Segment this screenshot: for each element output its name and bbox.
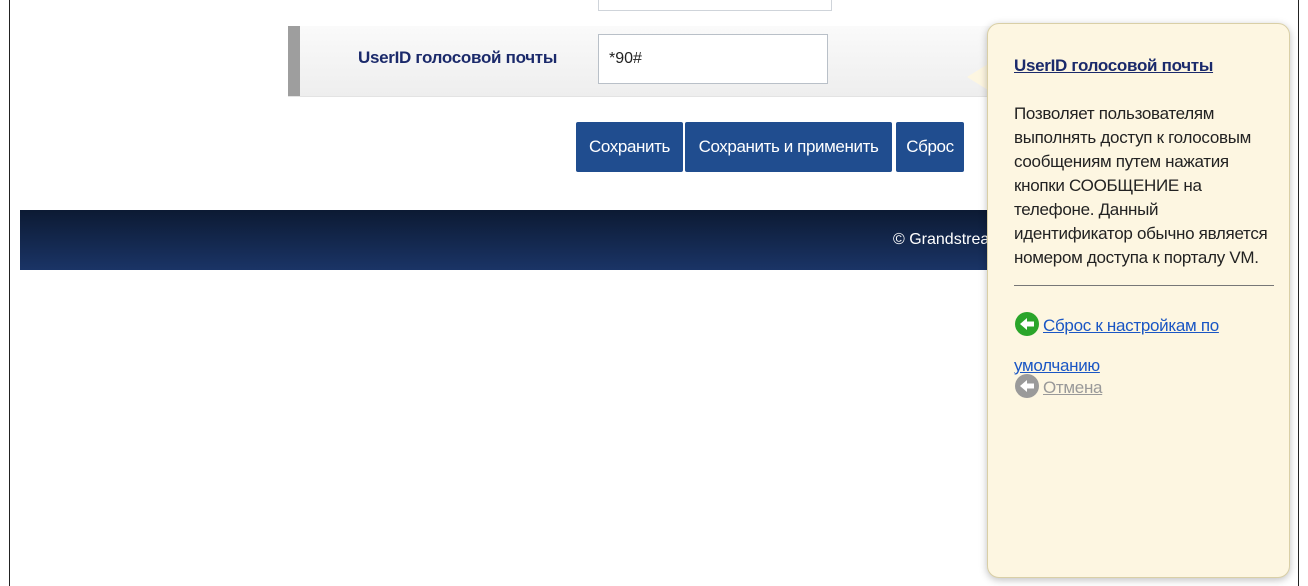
reset-default-link[interactable]: Сброс к настройкам по умолчанию — [1014, 316, 1219, 375]
tooltip-divider — [1014, 285, 1274, 286]
voicemail-userid-label: UserID голосовой почты — [358, 48, 558, 67]
save-button[interactable]: Сохранить — [576, 122, 683, 172]
reset-button[interactable]: Сброс — [896, 122, 964, 172]
save-apply-button[interactable]: Сохранить и применить — [685, 122, 892, 172]
copyright-text: © Grandstrea — [893, 231, 990, 248]
arrow-left-circle-icon[interactable] — [1014, 311, 1040, 337]
tooltip-description: Позволяет пользователям выполнять доступ… — [1014, 104, 1268, 267]
previous-field-input[interactable] — [598, 0, 832, 11]
form-row-voicemail-userid: UserID голосовой почты — [288, 26, 1028, 97]
row-marker — [288, 26, 300, 96]
tooltip-title: UserID голосовой почты — [1014, 56, 1214, 75]
cancel-row: Отмена — [1014, 373, 1275, 403]
cancel-arrow-icon[interactable] — [1014, 373, 1040, 399]
footer: © Grandstrea — [20, 210, 1120, 270]
voicemail-userid-input[interactable] — [598, 34, 828, 84]
cancel-link[interactable]: Отмена — [1043, 378, 1103, 397]
help-tooltip: UserID голосовой почты Позволяет пользов… — [987, 23, 1290, 578]
tooltip-arrow — [967, 64, 988, 90]
